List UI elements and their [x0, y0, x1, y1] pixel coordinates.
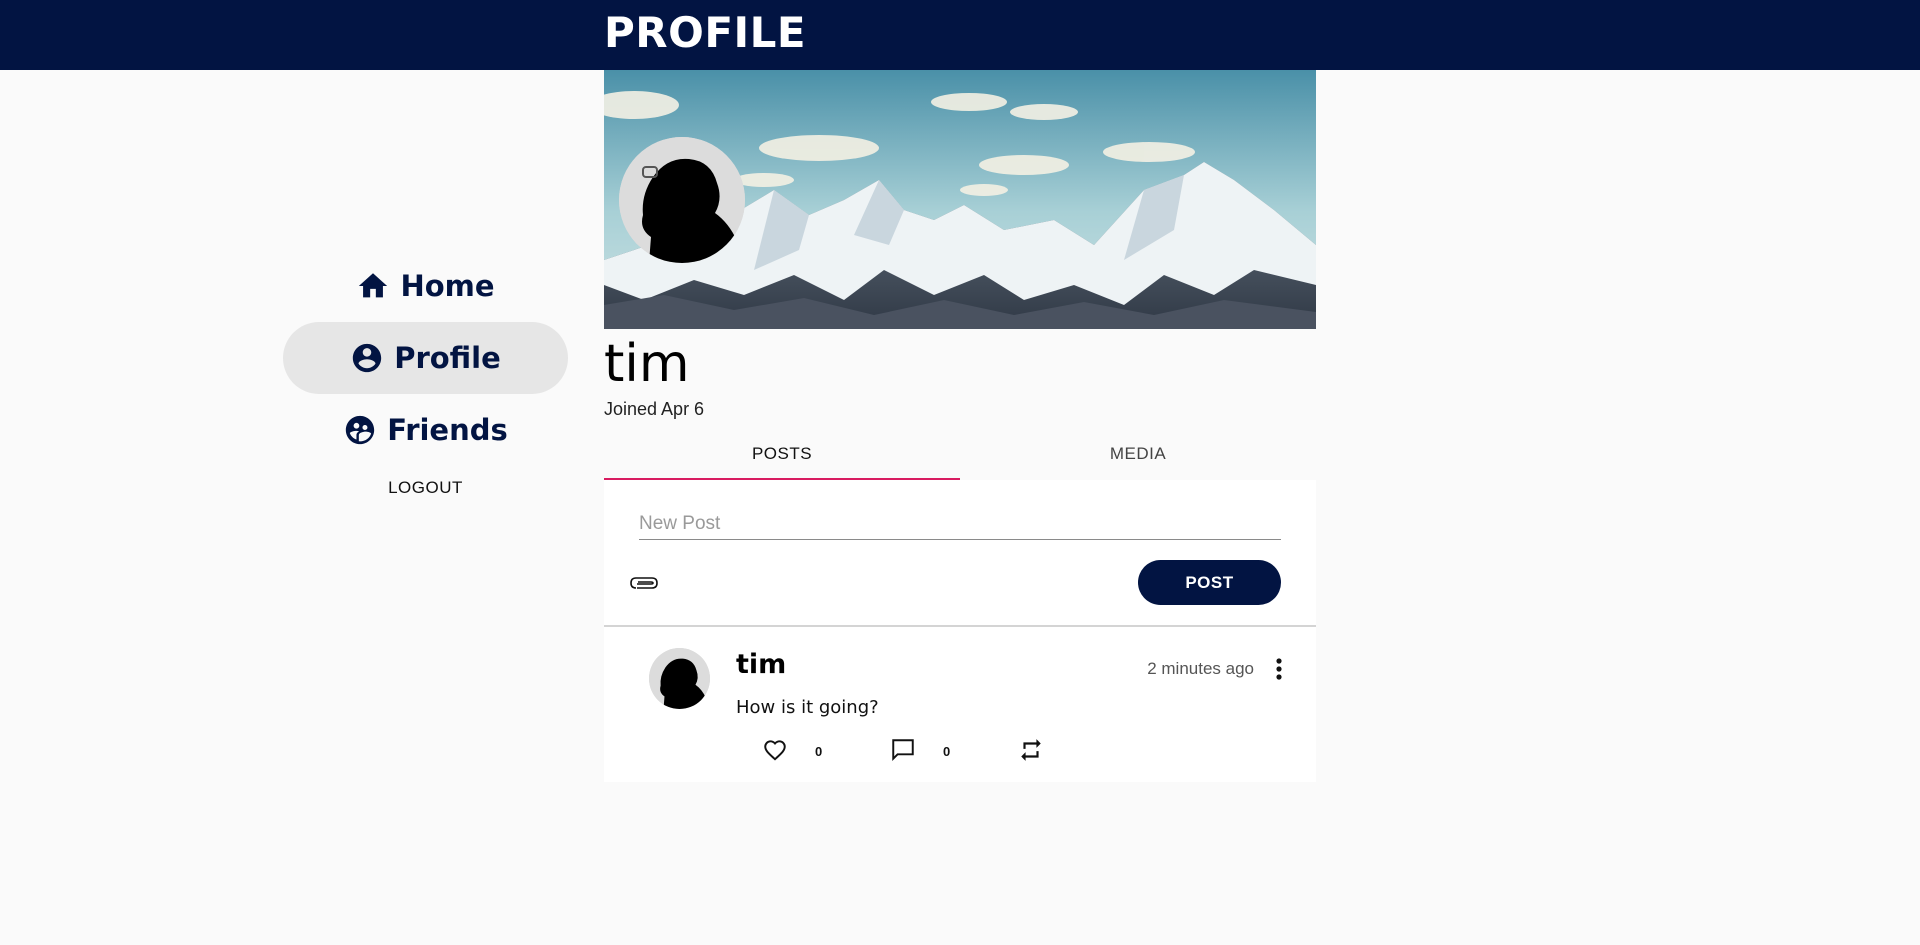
home-icon [356, 269, 390, 303]
profile-main: tim Joined Apr 6 POSTS MEDIA POST tim 2 … [604, 70, 1316, 782]
post-author-avatar[interactable] [649, 648, 710, 709]
cover-image [604, 70, 1316, 329]
repost-button[interactable] [1018, 737, 1044, 763]
sidebar-item-label: Profile [394, 341, 501, 375]
page-title: PROFILE [604, 8, 807, 57]
post-body: How is it going? [736, 697, 879, 718]
heart-outline-icon [764, 740, 786, 761]
profile-name: tim [604, 334, 690, 394]
sidebar-item-label: Home [400, 269, 495, 303]
joined-date: Joined Apr 6 [604, 399, 705, 419]
post-author-name[interactable]: tim [736, 649, 786, 680]
post-item: tim 2 minutes ago How is it going? 0 0 [604, 627, 1316, 782]
profile-tabs: POSTS MEDIA [604, 434, 1316, 480]
sidebar-item-home[interactable]: Home [283, 250, 568, 322]
new-post-input[interactable] [639, 508, 1281, 540]
comment-count: 0 [943, 744, 951, 759]
comment-icon [892, 739, 914, 762]
sidebar-nav: Home Profile Friends LOGOUT [283, 250, 568, 498]
account-circle-icon [350, 341, 384, 375]
like-count: 0 [815, 744, 823, 759]
post-composer: POST [604, 480, 1316, 625]
post-timestamp: 2 minutes ago [1147, 659, 1254, 678]
sidebar-item-friends[interactable]: Friends [283, 394, 568, 466]
logout-button[interactable]: LOGOUT [283, 478, 568, 498]
top-app-bar: PROFILE [0, 0, 1920, 70]
sidebar-item-label: Friends [387, 413, 508, 447]
attachment-icon[interactable] [629, 574, 659, 592]
tab-media[interactable]: MEDIA [960, 434, 1316, 480]
comment-button[interactable] [890, 737, 916, 763]
post-button[interactable]: POST [1138, 560, 1281, 605]
repeat-icon [1021, 739, 1041, 761]
sidebar-item-profile[interactable]: Profile [283, 322, 568, 394]
tab-posts[interactable]: POSTS [604, 434, 960, 480]
friends-icon [343, 413, 377, 447]
more-vert-icon[interactable] [1274, 657, 1284, 681]
like-button[interactable] [762, 737, 788, 763]
profile-avatar[interactable] [619, 137, 745, 263]
